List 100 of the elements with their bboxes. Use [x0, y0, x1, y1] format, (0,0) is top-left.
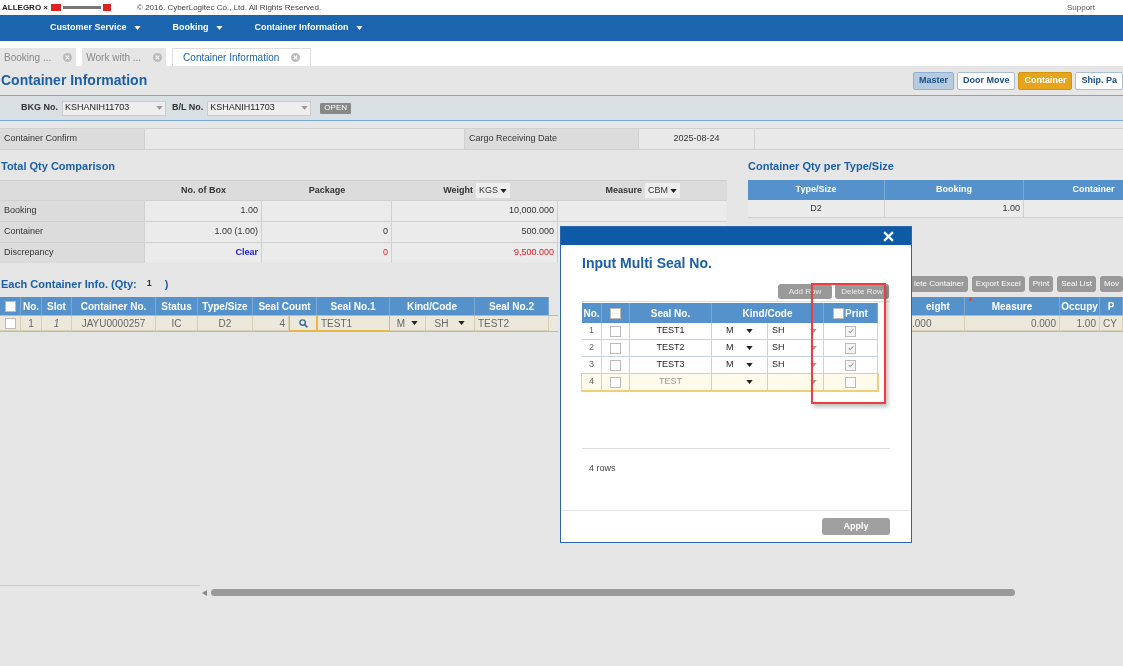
- checkbox[interactable]: [845, 376, 856, 388]
- column-header: No. of Box: [180, 183, 227, 197]
- checkbox[interactable]: [845, 359, 856, 371]
- view-button[interactable]: Master: [912, 71, 954, 90]
- table-cell: 1.00 (1.00): [214, 225, 258, 239]
- caret-icon: [746, 363, 753, 367]
- checkbox[interactable]: [845, 342, 856, 354]
- checkbox[interactable]: [610, 307, 621, 319]
- table-cell: 9,500.000: [513, 246, 554, 260]
- table-cell: 0.000: [965, 316, 1060, 331]
- caret-icon: [301, 106, 309, 110]
- column-header: Seal No.1: [317, 297, 390, 315]
- column-header: Kind/Code: [712, 303, 824, 323]
- table-cell: 2: [582, 340, 602, 357]
- search-icon[interactable]: [298, 318, 308, 328]
- table-cell: 0: [383, 225, 388, 239]
- page-title: Container Information: [0, 71, 148, 90]
- table-cell: 4: [253, 316, 289, 331]
- section-title: Each Container Info. (Qty:: [0, 276, 137, 292]
- kind-dropdown[interactable]: M: [712, 323, 768, 340]
- slot-link[interactable]: 1: [42, 316, 72, 331]
- close-icon[interactable]: [883, 230, 894, 242]
- caret-icon: [670, 188, 677, 193]
- checkbox[interactable]: [610, 376, 621, 388]
- seal-row[interactable]: 4 TEST: [582, 374, 878, 391]
- checkbox[interactable]: [845, 325, 856, 337]
- seal-row[interactable]: 1 TEST1 M SH: [582, 323, 878, 340]
- column-header: P: [1107, 299, 1115, 314]
- kind-dropdown[interactable]: M: [712, 340, 768, 357]
- column-header: Status: [156, 297, 198, 315]
- seal-row[interactable]: 3 TEST3 M SH: [582, 357, 878, 374]
- code-dropdown[interactable]: SH: [768, 323, 824, 340]
- checkbox[interactable]: [833, 307, 845, 319]
- column-header: Kind/Code: [390, 297, 475, 315]
- tab[interactable]: Container Information: [172, 48, 312, 66]
- table-cell: D2: [748, 200, 885, 217]
- checkbox[interactable]: [4, 300, 16, 312]
- nav-menu[interactable]: Booking: [172, 21, 223, 35]
- kind-dropdown[interactable]: M: [390, 316, 426, 331]
- row-label: Cargo Receiving Date: [465, 129, 639, 149]
- table-cell: 1.00: [885, 200, 1024, 217]
- field-label: B/L No.: [172, 101, 204, 115]
- caret-icon: [746, 380, 753, 384]
- seal-number-field[interactable]: TEST: [630, 375, 711, 389]
- checkbox[interactable]: [610, 325, 621, 337]
- column-header: Seal Count: [253, 297, 317, 315]
- caret-icon: [215, 26, 223, 30]
- section-title: Total Qty Comparison: [0, 159, 117, 174]
- section-title-end: ): [164, 276, 169, 292]
- table-cell: 1.00: [240, 204, 258, 218]
- column-header: eight: [926, 299, 950, 314]
- column-header: Measure: [991, 299, 1033, 314]
- row-label: Booking: [0, 201, 145, 221]
- field-label: BKG No.: [21, 101, 58, 115]
- caret-icon: [810, 363, 817, 367]
- column-header: No.: [21, 297, 42, 315]
- weight-unit-select[interactable]: KGS: [476, 183, 510, 198]
- column-header: Print: [845, 306, 868, 321]
- caret-icon: [746, 346, 753, 350]
- checkbox[interactable]: [4, 317, 16, 329]
- column-header: Booking: [885, 180, 1024, 200]
- code-dropdown[interactable]: SH: [426, 316, 475, 331]
- column-header: Package: [307, 183, 347, 197]
- column-header: Container No.: [72, 297, 156, 315]
- caret-icon: [500, 188, 507, 193]
- measure-unit-select[interactable]: CBM: [645, 183, 680, 198]
- table-cell: 1: [582, 323, 602, 340]
- caret-icon: [355, 26, 363, 30]
- table-cell: 1: [21, 316, 42, 331]
- date-value: 2025-08-24: [639, 129, 755, 149]
- seal-number-cell[interactable]: TEST1: [630, 323, 712, 340]
- view-button[interactable]: Ship. Pa: [1075, 71, 1123, 90]
- checkbox[interactable]: [610, 342, 621, 354]
- code-dropdown[interactable]: SH: [768, 340, 824, 357]
- view-button[interactable]: Door Move: [956, 71, 1016, 90]
- status-badge: OPEN: [320, 102, 351, 114]
- checkbox[interactable]: [610, 359, 621, 371]
- dialog-title: Input Multi Seal No.: [582, 254, 713, 273]
- column-header: Measure: [605, 183, 642, 197]
- column-header: Occupy: [1061, 299, 1098, 314]
- caret-icon: [411, 321, 419, 325]
- caret-icon: [746, 329, 753, 333]
- table-cell: 500.000: [521, 225, 554, 239]
- bl-number-dropdown[interactable]: KSHANIH11703: [207, 100, 312, 116]
- table-cell: TEST1: [317, 316, 390, 331]
- nav-menu[interactable]: Container Information: [254, 21, 363, 35]
- caret-icon: [810, 329, 817, 333]
- scroll-left-icon[interactable]: [202, 589, 207, 596]
- nav-menu[interactable]: Customer Service: [50, 21, 141, 35]
- column-header: Container: [1024, 180, 1123, 200]
- code-dropdown[interactable]: [768, 374, 824, 391]
- section-title: Container Qty per Type/Size: [748, 159, 895, 174]
- seal-number-cell[interactable]: TEST2: [630, 340, 712, 357]
- seal-row[interactable]: 2 TEST2 M SH: [582, 340, 878, 357]
- table-cell: TEST2: [475, 316, 549, 331]
- booking-number-dropdown[interactable]: KSHANIH11703: [62, 100, 166, 116]
- table-cell: 4: [582, 374, 602, 391]
- column-header: Seal No.: [630, 303, 712, 323]
- row-count: 4 rows: [588, 463, 616, 473]
- support-link[interactable]: Support: [1066, 3, 1095, 12]
